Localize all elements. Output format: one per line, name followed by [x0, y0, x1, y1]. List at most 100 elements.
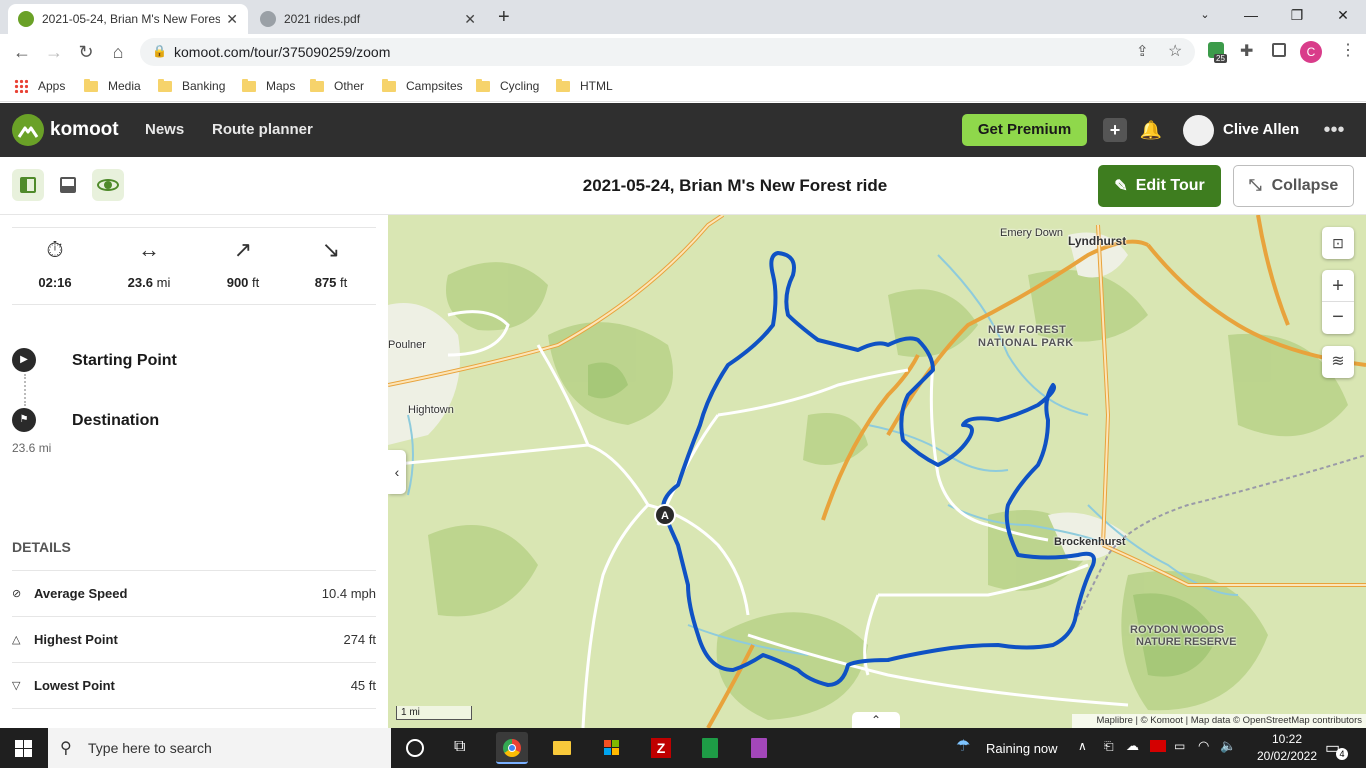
back-icon[interactable]: ← — [10, 40, 34, 64]
bottom-panel-view-icon[interactable] — [52, 169, 84, 201]
weather-text[interactable]: Raining now — [986, 741, 1058, 756]
task-view-icon[interactable]: ⧉ — [454, 738, 465, 756]
user-name[interactable]: Clive Allen — [1223, 121, 1299, 138]
tray-device-icon[interactable]: ⎗ — [1104, 739, 1114, 754]
divider — [12, 708, 376, 709]
chrome-taskbar-icon[interactable] — [496, 732, 528, 764]
minimize-icon[interactable]: — — [1228, 0, 1274, 30]
search-placeholder: Type here to search — [88, 740, 212, 756]
waypoint-start[interactable]: ▶ — [12, 348, 36, 372]
zoom-in-icon[interactable]: + — [1322, 270, 1354, 302]
folder-icon — [476, 78, 490, 92]
folder-icon — [556, 78, 570, 92]
folder-icon — [310, 78, 324, 92]
waypoint-start-label[interactable]: Starting Point — [72, 352, 177, 370]
panel-toggle-chevron-left-icon[interactable]: ‹ — [388, 450, 406, 494]
clock-time[interactable]: 10:22 — [1262, 732, 1312, 746]
tray-app-icon[interactable] — [1150, 740, 1166, 752]
route-connector — [24, 374, 26, 406]
speed-icon: ⊘ — [12, 588, 22, 600]
new-tab-icon[interactable]: + — [498, 6, 510, 29]
wifi-icon[interactable]: ◠ — [1198, 738, 1209, 754]
clock-date[interactable]: 20/02/2022 — [1254, 749, 1320, 763]
folder-icon — [242, 78, 256, 92]
uphill-arrow-icon: ↗ — [233, 237, 253, 262]
recenter-icon[interactable]: ⊡ — [1322, 227, 1354, 259]
zoom-controls: + − — [1322, 270, 1354, 334]
battery-icon[interactable]: ▭ — [1174, 739, 1185, 753]
filezilla-icon[interactable]: Z — [645, 732, 677, 764]
onedrive-cloud-icon[interactable]: ☁ — [1126, 738, 1139, 754]
profile-avatar[interactable]: C — [1300, 41, 1322, 63]
tab-search-icon[interactable]: ⌄ — [1182, 0, 1228, 30]
plus-icon[interactable]: + — [1103, 118, 1127, 142]
browser-tab-active[interactable]: 2021-05-24, Brian M's New Forest ride ✕ — [8, 4, 248, 34]
windows-start-icon[interactable] — [15, 740, 32, 757]
eye-view-icon[interactable] — [92, 169, 124, 201]
divider — [12, 227, 376, 228]
close-tab-icon[interactable]: ✕ — [226, 11, 238, 28]
bookmark-folder-maps[interactable]: Maps — [242, 76, 295, 96]
komoot-logo-icon[interactable] — [12, 114, 44, 146]
close-tab-icon[interactable]: ✕ — [464, 11, 476, 28]
presentation-icon[interactable] — [743, 732, 775, 764]
puzzle-extensions-icon[interactable]: ✚ — [1240, 41, 1253, 61]
edit-tour-button[interactable]: ✎ Edit Tour — [1098, 165, 1221, 207]
play-icon: ▶ — [12, 348, 36, 372]
user-avatar[interactable] — [1183, 115, 1214, 146]
browser-toolbar: ← → ↻ ⌂ 🔒 komoot.com/tour/375090259/zoom… — [0, 34, 1366, 70]
collapse-button[interactable]: ⤡ Collapse — [1233, 165, 1354, 207]
bell-icon[interactable]: 🔔 — [1139, 118, 1163, 142]
nav-route-planner[interactable]: Route planner — [212, 121, 313, 138]
bookmark-folder-media[interactable]: Media — [84, 76, 141, 96]
pencil-icon: ✎ — [1114, 178, 1128, 195]
forward-icon[interactable]: → — [42, 40, 66, 64]
komoot-header: komoot News Route planner Get Premium + … — [0, 103, 1366, 157]
reading-list-icon[interactable] — [1272, 43, 1286, 57]
cortana-icon[interactable] — [406, 739, 424, 757]
waypoint-destination-label[interactable]: Destination — [72, 412, 159, 430]
map-label-hightown: Hightown — [408, 404, 454, 416]
bookmark-folder-campsites[interactable]: Campsites — [382, 76, 463, 96]
spreadsheet-icon[interactable] — [694, 732, 726, 764]
file-explorer-icon[interactable] — [546, 732, 578, 764]
triangle-up-icon: △ — [12, 634, 21, 646]
map-label-roydon-woods: ROYDON WOODS — [1130, 624, 1225, 636]
home-icon[interactable]: ⌂ — [106, 40, 130, 64]
komoot-logo-text[interactable]: komoot — [50, 119, 119, 141]
restore-icon[interactable]: ❐ — [1274, 0, 1320, 30]
chrome-menu-icon[interactable]: ⋮ — [1340, 40, 1356, 60]
taskbar-search[interactable]: ⚲ Type here to search — [48, 728, 391, 768]
search-icon: ⚲ — [60, 740, 72, 757]
bookmark-folder-cycling[interactable]: Cycling — [476, 76, 539, 96]
reload-icon[interactable]: ↻ — [74, 40, 98, 64]
notification-count: 4 — [1336, 748, 1348, 760]
tray-expand-icon[interactable]: ∧ — [1078, 739, 1087, 753]
sidebar-view-icon[interactable] — [12, 169, 44, 201]
bookmark-apps[interactable]: Apps — [14, 76, 65, 96]
stat-downhill: ↘ 875 ft — [288, 237, 374, 290]
expand-chevron-up-icon[interactable]: ⌃ — [852, 712, 900, 728]
umbrella-weather-icon[interactable]: ☂ — [956, 736, 970, 756]
nav-news[interactable]: News — [145, 121, 184, 138]
bookmark-star-icon[interactable]: ☆ — [1168, 41, 1182, 61]
map-attribution[interactable]: Maplibre | © Komoot | Map data © OpenStr… — [1072, 714, 1366, 728]
browser-tab[interactable]: 2021 rides.pdf ✕ — [250, 4, 486, 34]
distance-arrows-icon: ↔ — [138, 237, 160, 262]
microsoft-store-icon[interactable] — [596, 732, 628, 764]
bookmark-folder-html[interactable]: HTML — [556, 76, 613, 96]
get-premium-button[interactable]: Get Premium — [962, 114, 1087, 146]
bookmark-folder-banking[interactable]: Banking — [158, 76, 225, 96]
waypoint-destination[interactable]: ⚑ — [12, 408, 36, 432]
tour-map[interactable]: A Emery Down Lyndhurst Poulner Hightown … — [388, 215, 1366, 728]
close-window-icon[interactable]: ✕ — [1320, 0, 1366, 30]
bookmark-folder-other[interactable]: Other — [310, 76, 364, 96]
address-bar[interactable]: 🔒 komoot.com/tour/375090259/zoom ⇪ ☆ — [140, 38, 1195, 66]
tour-sidebar: ⏱ 02:16 ↔ 23.6 mi ↗ 900 ft ↘ 875 ft ▶ St… — [0, 215, 388, 728]
more-options-icon[interactable]: ••• — [1322, 118, 1346, 142]
layers-icon[interactable]: ≋ — [1322, 346, 1354, 378]
zoom-out-icon[interactable]: − — [1322, 302, 1354, 334]
stopwatch-icon: ⏱ — [46, 237, 64, 262]
share-icon[interactable]: ⇪ — [1136, 42, 1149, 60]
volume-icon[interactable]: 🔈 — [1220, 738, 1236, 754]
